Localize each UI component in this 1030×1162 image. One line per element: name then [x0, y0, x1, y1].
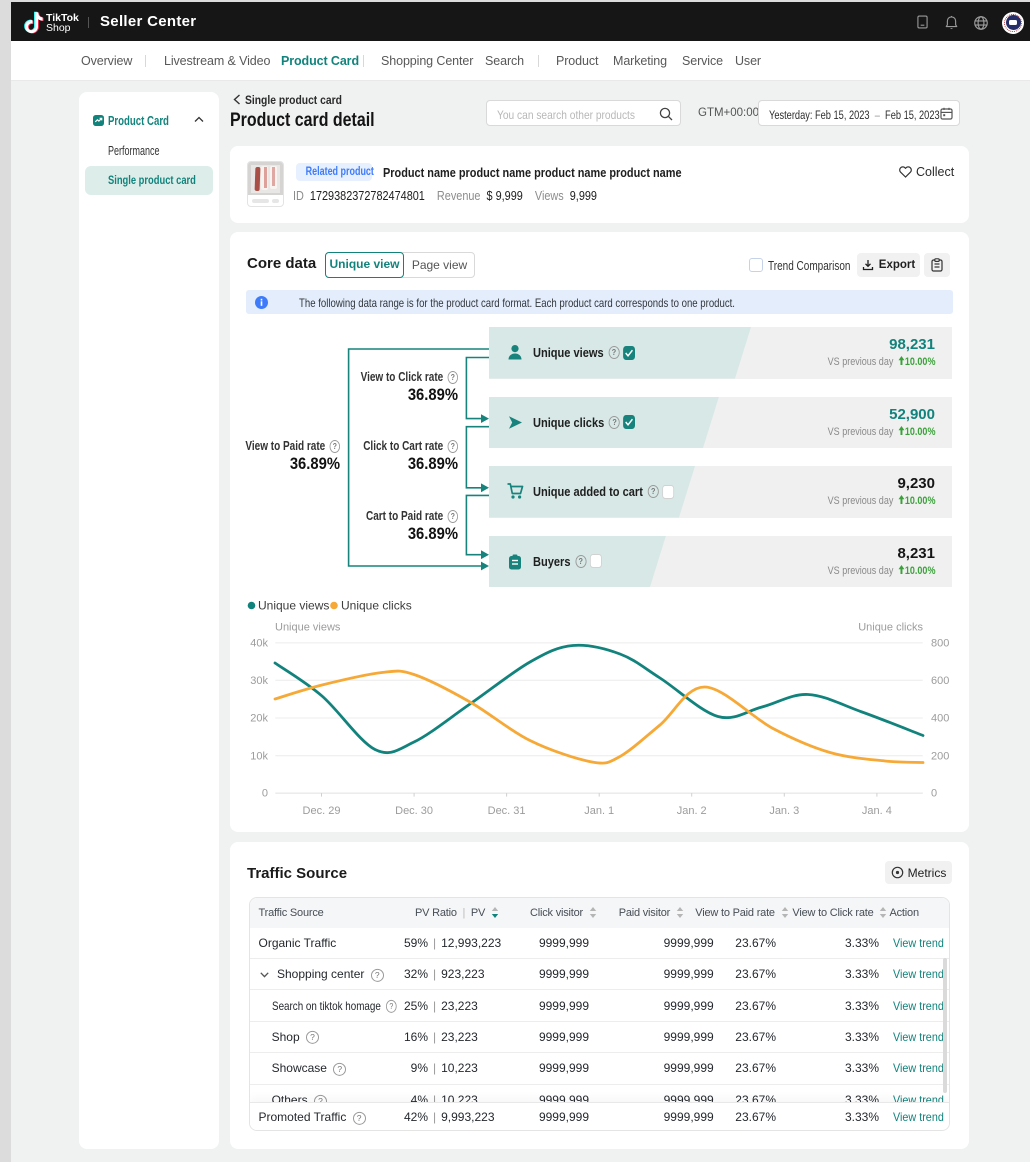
svg-text:600: 600	[931, 675, 949, 687]
svg-text:Jan. 1: Jan. 1	[584, 805, 614, 817]
svg-text:Dec. 29: Dec. 29	[303, 805, 341, 817]
svg-text:0: 0	[931, 788, 937, 800]
svg-text:Jan. 3: Jan. 3	[769, 805, 799, 817]
svg-text:40k: 40k	[250, 638, 268, 650]
svg-text:Jan. 2: Jan. 2	[677, 805, 707, 817]
svg-text:Jan. 4: Jan. 4	[862, 805, 892, 817]
svg-text:Shop: Shop	[46, 22, 71, 34]
svg-text:Dec. 30: Dec. 30	[395, 805, 433, 817]
svg-text:400: 400	[931, 713, 949, 725]
svg-text:10k: 10k	[250, 750, 268, 762]
svg-text:0: 0	[262, 788, 268, 800]
svg-text:20k: 20k	[250, 713, 268, 725]
svg-text:Unique clicks: Unique clicks	[858, 622, 923, 634]
svg-text:800: 800	[931, 638, 949, 650]
svg-text:Unique clicks: Unique clicks	[341, 599, 412, 613]
svg-text:Unique views: Unique views	[258, 599, 329, 613]
svg-text:200: 200	[931, 750, 949, 762]
svg-text:Unique views: Unique views	[275, 622, 341, 634]
svg-text:Dec. 31: Dec. 31	[488, 805, 526, 817]
svg-text:30k: 30k	[250, 675, 268, 687]
